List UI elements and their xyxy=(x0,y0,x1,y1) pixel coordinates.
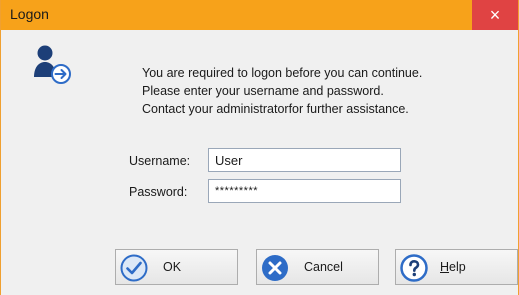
instruction-message: You are required to logon before you can… xyxy=(142,64,422,118)
user-logon-icon xyxy=(34,45,71,84)
password-label: Password: xyxy=(129,185,188,199)
question-icon xyxy=(400,254,428,282)
cancel-button-label: Cancel xyxy=(304,260,343,274)
logon-dialog: Logon × You are required to logon before… xyxy=(0,0,519,295)
message-line-2: Please enter your username and password. xyxy=(142,84,384,98)
username-label: Username: xyxy=(129,154,191,168)
close-icon: × xyxy=(489,5,501,25)
message-line-3: Contact your administratorfor further as… xyxy=(142,102,409,116)
message-line-1: You are required to logon before you can… xyxy=(142,66,423,80)
cancel-button[interactable]: Cancel xyxy=(256,249,379,285)
title-bar[interactable]: Logon × xyxy=(1,0,518,30)
help-button-label: Help xyxy=(440,260,466,274)
window-title: Logon xyxy=(10,6,49,22)
help-button[interactable]: Help xyxy=(395,249,518,285)
cancel-x-icon xyxy=(262,255,288,281)
ok-button[interactable]: OK xyxy=(115,249,238,285)
password-field[interactable] xyxy=(208,179,401,203)
close-button[interactable]: × xyxy=(472,0,518,30)
checkmark-icon xyxy=(120,254,148,282)
ok-button-label: OK xyxy=(163,260,182,274)
username-field[interactable] xyxy=(208,148,401,172)
